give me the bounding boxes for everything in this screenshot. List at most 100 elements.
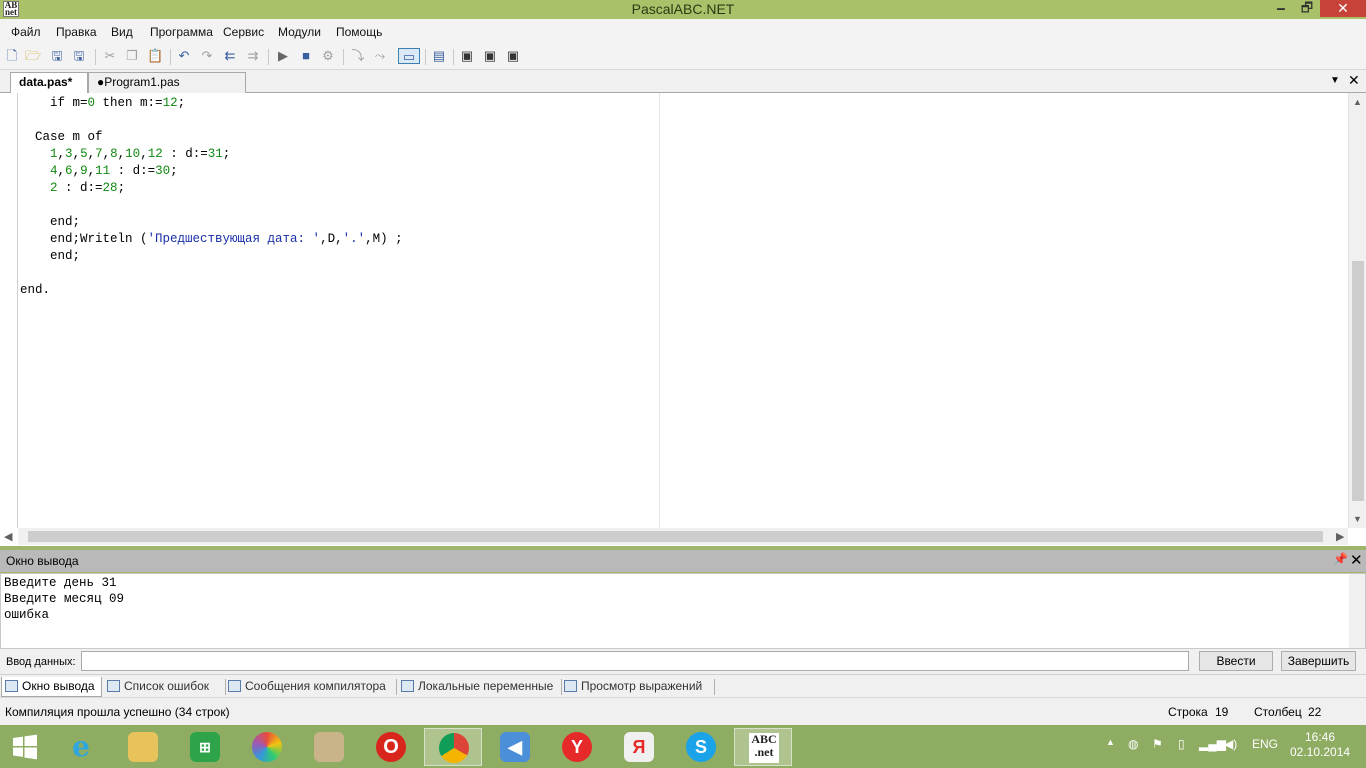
pin-icon[interactable]: 📌: [1333, 552, 1348, 566]
find-icon[interactable]: ⇇: [222, 48, 238, 64]
replace-icon[interactable]: ⇉: [245, 48, 261, 64]
tab-list-dropdown-icon[interactable]: ▼: [1330, 75, 1340, 86]
debug-2-icon[interactable]: ▣: [482, 48, 498, 64]
new-file-icon[interactable]: 🗋: [4, 48, 20, 64]
tab-local-variables[interactable]: Локальные переменные: [398, 677, 562, 697]
tab-label: Просмотр выражений: [581, 679, 703, 693]
output-text[interactable]: Введите день 31 Введите месяц 09 ошибка: [0, 573, 1366, 649]
scroll-left-icon[interactable]: ◀: [4, 530, 12, 543]
code-line-9: end;Writeln ('Предшествующая дата: ',D,'…: [20, 232, 403, 246]
debug-3-icon[interactable]: ▣: [505, 48, 521, 64]
store-icon: ⊞: [190, 732, 220, 762]
close-tab-icon[interactable]: ✕: [1348, 72, 1360, 89]
editor-vscroll-thumb[interactable]: [1352, 261, 1364, 501]
menu-modules[interactable]: Модули: [278, 25, 321, 39]
open-icon[interactable]: 🗁: [25, 48, 41, 64]
status-bar: Компиляция прошла успешно (34 строк) Стр…: [0, 697, 1366, 725]
scroll-down-icon[interactable]: ▼: [1353, 514, 1362, 524]
chrome-icon: [439, 733, 469, 763]
minimize-button[interactable]: 🗕: [1268, 0, 1294, 17]
close-output-icon[interactable]: ✕: [1350, 551, 1363, 569]
menu-file[interactable]: Файл: [11, 25, 41, 39]
tab-watch-expressions[interactable]: Просмотр выражений: [561, 677, 715, 697]
opera-taskbar-button[interactable]: O: [362, 728, 420, 766]
tab-label: Сообщения компилятора: [245, 679, 386, 693]
save-all-icon[interactable]: 🖫: [71, 48, 87, 64]
internet-explorer-taskbar-button[interactable]: e: [52, 728, 110, 766]
step-into-icon[interactable]: ⤵: [350, 48, 366, 64]
input-data-field[interactable]: [81, 651, 1189, 671]
format-icon[interactable]: ▤: [431, 48, 447, 64]
row-value: 19: [1215, 705, 1229, 719]
language-indicator[interactable]: ENG: [1252, 737, 1278, 751]
clock-date: 02.10.2014: [1290, 745, 1351, 759]
volume-icon[interactable]: ◀): [1224, 737, 1237, 751]
undo-icon[interactable]: ↶: [176, 48, 192, 64]
code-area[interactable]: if m=0 then m:=12; Case m of 1,3,5,7,8,1…: [20, 95, 403, 297]
toolbar-separator: [170, 49, 171, 65]
redo-icon[interactable]: ↷: [199, 48, 215, 64]
paste-icon[interactable]: 📋: [147, 48, 163, 64]
editor-gutter[interactable]: [0, 93, 18, 528]
tab-program1-pas[interactable]: ●Program1.pas [Отладка]: [88, 72, 246, 108]
yandex-taskbar-button[interactable]: Я: [610, 728, 668, 766]
compile-icon[interactable]: ⚙: [320, 48, 336, 64]
show-hidden-icons-icon[interactable]: ▲: [1106, 737, 1115, 747]
output-window-icon[interactable]: ▭: [398, 48, 420, 64]
editor-vertical-scrollbar[interactable]: ▲ ▼: [1348, 93, 1366, 528]
run-icon[interactable]: ▶: [275, 48, 291, 64]
menu-service[interactable]: Сервис: [223, 25, 264, 39]
battery-icon[interactable]: ▯: [1178, 737, 1185, 751]
menu-help[interactable]: Помощь: [336, 25, 382, 39]
output-line: Введите месяц 09: [4, 592, 125, 606]
tab-compiler-messages[interactable]: Сообщения компилятора: [225, 677, 397, 697]
skype-taskbar-button[interactable]: S: [672, 728, 730, 766]
network-monitor-icon[interactable]: ◍: [1128, 737, 1138, 751]
window-title: PascalABC.NET: [631, 1, 735, 17]
start-button[interactable]: [0, 728, 50, 766]
store-taskbar-button[interactable]: ⊞: [176, 728, 234, 766]
wifi-signal-icon[interactable]: ▂▄▆: [1199, 737, 1226, 751]
file-explorer-taskbar-button[interactable]: [114, 728, 172, 766]
tab-error-list[interactable]: Список ошибок: [104, 677, 226, 697]
tab-data-pas[interactable]: data.pas*: [10, 72, 88, 94]
code-editor[interactable]: if m=0 then m:=12; Case m of 1,3,5,7,8,1…: [0, 93, 1366, 546]
game-taskbar-button[interactable]: [300, 728, 358, 766]
output-scrollbar[interactable]: [1349, 574, 1365, 648]
picasa-icon: [252, 732, 282, 762]
chrome-taskbar-button[interactable]: [424, 728, 482, 766]
compiler-messages-icon: [228, 680, 241, 692]
menu-edit[interactable]: Правка: [56, 25, 97, 39]
code-line-3: Case m of: [20, 130, 103, 144]
finish-button[interactable]: Завершить: [1281, 651, 1356, 671]
pascalabc-taskbar-button[interactable]: ABC .net: [734, 728, 792, 766]
cut-icon[interactable]: ✂: [102, 48, 118, 64]
menu-view[interactable]: Вид: [111, 25, 133, 39]
status-message: Компиляция прошла успешно (34 строк): [5, 705, 230, 719]
clock[interactable]: 16:46 02.10.2014: [1290, 730, 1350, 760]
output-line: Введите день 31: [4, 576, 117, 590]
stop-icon[interactable]: ■: [298, 48, 314, 64]
close-button[interactable]: ✕: [1320, 0, 1366, 17]
step-over-icon[interactable]: ⤳: [372, 48, 388, 64]
copy-icon[interactable]: ❐: [124, 48, 140, 64]
maximize-button[interactable]: 🗗: [1294, 0, 1320, 17]
output-panel-header: Окно вывода 📌 ✕: [0, 550, 1366, 572]
action-center-flag-icon[interactable]: ⚑: [1152, 737, 1163, 751]
toolbar-separator: [425, 49, 426, 65]
menu-program[interactable]: Программа: [150, 25, 213, 39]
enter-button[interactable]: Ввести: [1199, 651, 1273, 671]
editor-hscroll-thumb[interactable]: [28, 531, 1323, 542]
tab-output-window[interactable]: Окно вывода: [1, 677, 102, 697]
document-tabs: data.pas* ●Program1.pas [Отладка] ▼ ✕: [0, 70, 1366, 108]
scroll-up-icon[interactable]: ▲: [1353, 97, 1362, 107]
column-label: Столбец: [1254, 705, 1302, 719]
save-icon[interactable]: 🖫: [49, 48, 65, 64]
yandex-browser-taskbar-button[interactable]: Y: [548, 728, 606, 766]
sound-taskbar-button[interactable]: ◀: [486, 728, 544, 766]
scroll-right-icon[interactable]: ▶: [1336, 530, 1344, 543]
speaker-icon: ◀: [500, 732, 530, 762]
picasa-taskbar-button[interactable]: [238, 728, 296, 766]
debug-1-icon[interactable]: ▣: [459, 48, 475, 64]
editor-horizontal-scrollbar[interactable]: ◀ ▶: [4, 528, 1348, 545]
